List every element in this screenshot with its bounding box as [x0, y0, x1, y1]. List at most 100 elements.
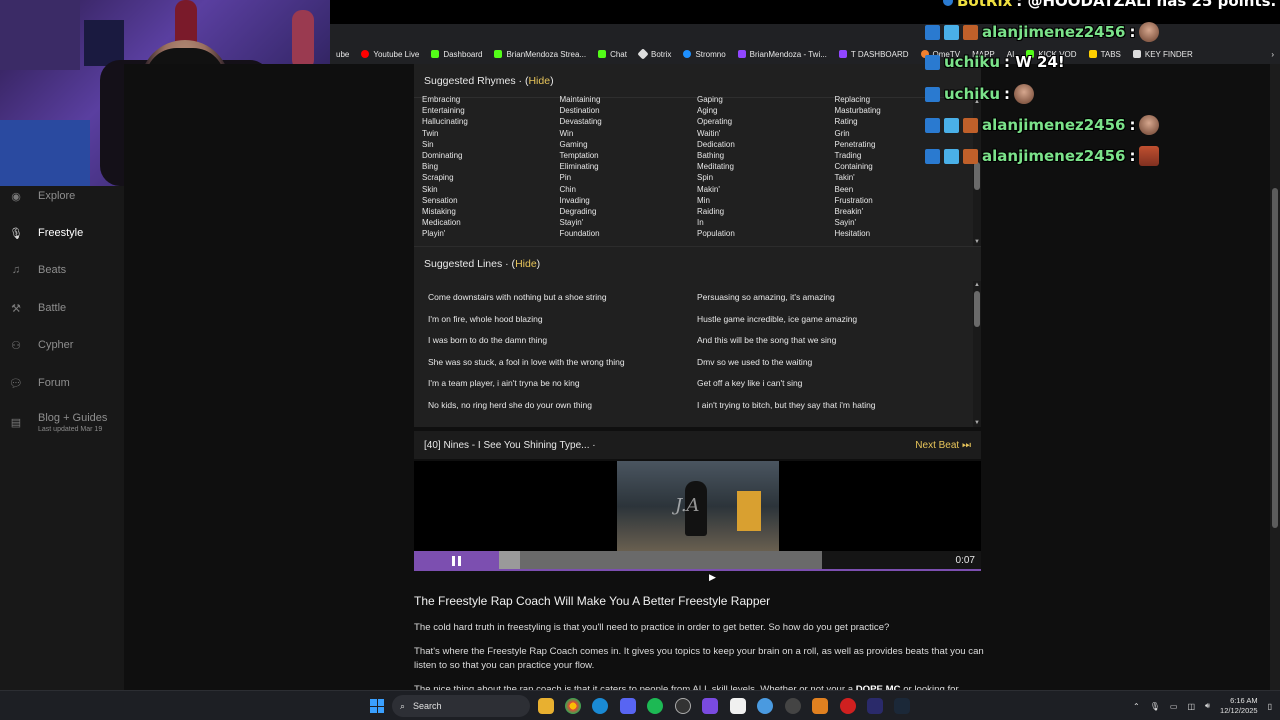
guitar	[292, 10, 314, 70]
gift-badge-icon	[963, 24, 978, 40]
rhyme-word: Invading	[559, 195, 590, 205]
chrome-icon[interactable]	[565, 698, 581, 714]
kick-badge-icon	[925, 117, 940, 133]
rhyme-word: Maintaining	[559, 95, 601, 104]
scroll-down-icon[interactable]: ▼	[973, 419, 981, 427]
scroll-down-icon[interactable]: ▼	[973, 238, 981, 246]
notification-icon[interactable]: ▯	[1268, 702, 1272, 711]
chat-text: :	[1129, 116, 1136, 134]
rhyme-word: In	[697, 218, 704, 228]
app-icon[interactable]	[840, 698, 856, 714]
taskbar-search[interactable]: ⌕ Search	[392, 695, 530, 717]
scroll-up-icon[interactable]: ▲	[973, 281, 981, 289]
bookmark[interactable]: Dashboard	[425, 50, 488, 59]
sidebar-item-label: Battle	[38, 302, 67, 314]
network-icon[interactable]: ◫	[1187, 702, 1195, 711]
bookmark-label: ube	[336, 49, 350, 59]
globe-icon	[683, 50, 692, 58]
clock[interactable]: 6:16 AM 12/12/2025	[1220, 696, 1258, 716]
seek-handle[interactable]	[499, 551, 520, 571]
spotify-icon[interactable]	[647, 698, 663, 714]
sidebar-item-label: Freestyle	[38, 227, 84, 239]
subscriber-badge-icon	[944, 24, 959, 40]
book-icon: ▤	[10, 416, 22, 429]
steam-icon[interactable]	[894, 698, 910, 714]
sidebar-item-explore[interactable]: ◉ Explore	[0, 178, 124, 214]
hide-rhymes-link[interactable]: Hide	[528, 75, 550, 87]
sidebar-item-battle[interactable]: ⚒ Battle	[0, 290, 124, 326]
bookmark[interactable]: BrianMendoza - Twi...	[732, 50, 833, 59]
capture-app-icon[interactable]	[730, 698, 746, 714]
rhyme-word: Playin'	[422, 229, 446, 239]
4k-app-icon[interactable]	[785, 698, 801, 714]
sidebar-item-label: Beats	[38, 264, 67, 276]
audio-player: 0:07	[414, 551, 981, 571]
sidebar-item-cypher[interactable]: ⚇ Cypher	[0, 327, 124, 363]
app-icon[interactable]	[812, 698, 828, 714]
audition-icon[interactable]	[867, 698, 883, 714]
rhyme-word: Kin	[560, 240, 698, 242]
bookmark[interactable]: Youtube Live	[355, 50, 425, 59]
gavel-icon: ⚒	[11, 302, 21, 315]
rhyme-word: Chin	[559, 184, 576, 194]
bookmark[interactable]: BrianMendoza Strea...	[488, 50, 592, 59]
hide-lines-link[interactable]: Hide	[515, 258, 537, 270]
beat-title: [40] Nines - I See You Shining Type... ·	[424, 439, 596, 451]
microphone-tray-icon[interactable]: 🎙︎	[1150, 702, 1160, 711]
suggested-line: I ain't trying to bitch, but they say th…	[697, 399, 876, 410]
start-button[interactable]	[370, 699, 384, 713]
wall-art	[0, 0, 80, 70]
lines-scrollbar[interactable]: ▲ ▼	[973, 281, 981, 427]
suggested-line: She was so stuck, a fool in love with th…	[428, 356, 625, 367]
sidebar-item-blog[interactable]: ▤ Blog + Guides Last updated Mar 19	[0, 404, 124, 440]
app-grid-icon[interactable]	[702, 698, 718, 714]
sidebar-item-label: Forum	[38, 377, 70, 389]
rhyme-word: Raiding	[697, 207, 725, 217]
scroll-thumb[interactable]	[974, 291, 980, 327]
bookmark[interactable]: ube	[330, 50, 355, 59]
app-icon[interactable]	[757, 698, 773, 714]
bookmark[interactable]: Stromno	[677, 50, 731, 59]
discord-icon[interactable]	[620, 698, 636, 714]
bookmark[interactable]: Chat	[592, 50, 633, 59]
obs-icon[interactable]	[675, 698, 691, 714]
sidebar-item-freestyle[interactable]: 🎙︎ Freestyle	[0, 215, 124, 251]
light-panel	[0, 120, 90, 186]
rhyme-word: Dedication	[697, 139, 735, 149]
rhyme-word: Hesitation	[834, 229, 871, 239]
botrix-icon	[637, 48, 649, 60]
file-explorer-icon[interactable]	[538, 698, 554, 714]
sidebar-item-forum[interactable]: 💬︎ Forum	[0, 365, 124, 401]
kick-icon	[431, 50, 440, 58]
panel-title-close: )	[536, 258, 541, 270]
edge-icon[interactable]	[592, 698, 608, 714]
video-object	[737, 491, 761, 531]
rhyme-word: Eliminating	[559, 162, 599, 172]
microphone-icon: 🎙︎	[9, 227, 23, 240]
beat-video[interactable]: J.A	[414, 461, 981, 552]
chat-text: : @HOODATZALI has 25 points.	[1016, 0, 1277, 10]
suggested-rhymes-panel: Suggested Rhymes · (Hide) Embracing Maint…	[414, 64, 981, 246]
bookmark-label: BrianMendoza - Twi...	[749, 49, 827, 59]
chat-username: alanjimenez2456	[982, 23, 1126, 41]
verified-badge-icon	[943, 0, 953, 6]
pause-icon[interactable]	[452, 556, 462, 566]
tray-overflow-icon[interactable]: ⌃	[1133, 702, 1140, 711]
page-scroll-thumb[interactable]	[1272, 188, 1278, 528]
video-watermark: J.A	[675, 495, 700, 516]
chat-message: alanjimenez2456 :	[925, 146, 1160, 166]
sidebar-item-beats[interactable]: ♫ Beats	[0, 252, 124, 288]
skip-next-icon: ⏭︎	[962, 439, 971, 451]
chat-username: uchiku	[944, 85, 1001, 103]
display-icon[interactable]: ▭	[1170, 702, 1178, 711]
rhyme-word: Sayin'	[834, 218, 857, 228]
bookmark[interactable]: Botrix	[633, 48, 677, 60]
emote-icon	[1139, 115, 1160, 135]
bookmark[interactable]: T DASHBOARD	[833, 50, 915, 59]
rhyme-word: Entertaining	[422, 106, 465, 116]
rhyme-word: Destination	[559, 106, 600, 116]
next-beat-button[interactable]: Next Beat ⏭︎	[915, 440, 971, 451]
rhyme-word: Medication	[422, 218, 461, 228]
bookmark-label: BrianMendoza Strea...	[506, 49, 587, 59]
volume-icon[interactable]: 🔊︎	[1205, 701, 1210, 711]
